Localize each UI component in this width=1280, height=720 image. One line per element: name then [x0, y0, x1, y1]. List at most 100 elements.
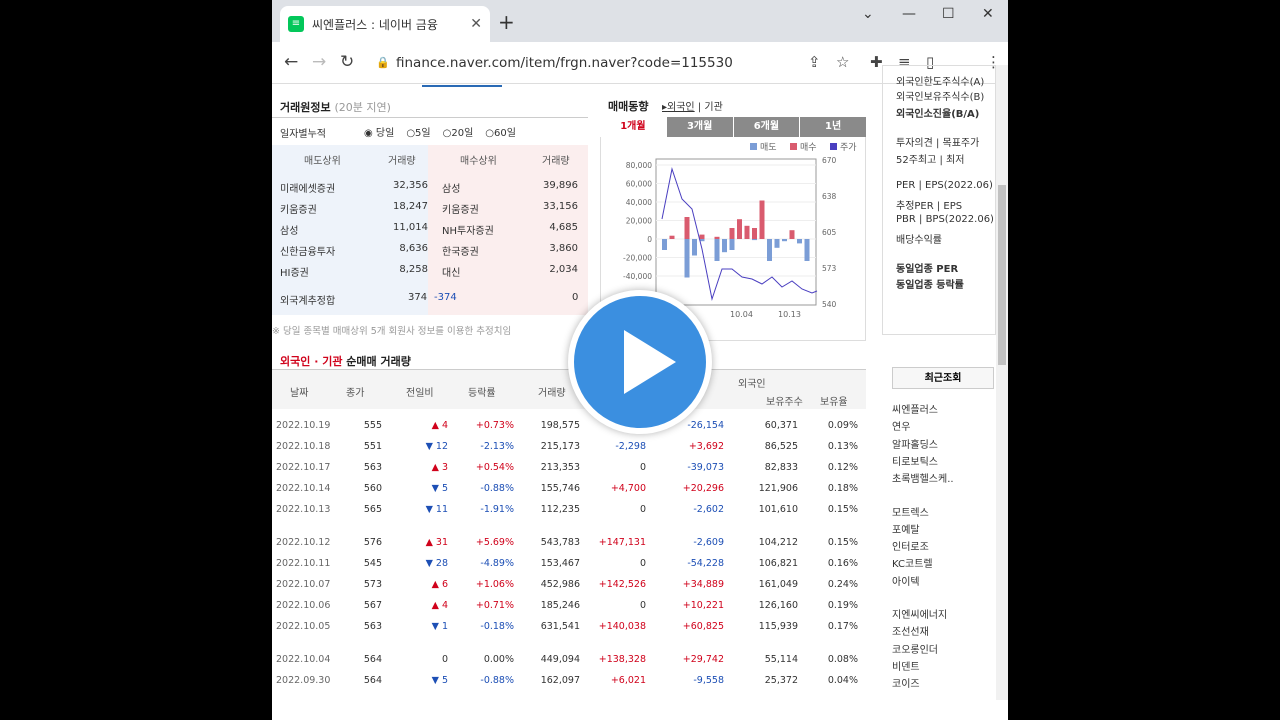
- naver-favicon-icon: ≡: [288, 16, 304, 32]
- row-foreign: +60,825: [682, 621, 724, 632]
- recent-item[interactable]: 티로보틱스: [892, 453, 938, 468]
- url-field[interactable]: 🔒 finance.naver.com/item/frgn.naver?code=…: [370, 48, 840, 78]
- trend-options: ▸외국인 | 기관: [662, 102, 723, 113]
- row-date: 2022.10.11: [276, 558, 331, 569]
- row-holdings: 55,114: [764, 654, 798, 665]
- buy-bar: [684, 217, 690, 239]
- trade-title: 거래원정보: [280, 101, 331, 114]
- row-change: ▲ 3: [431, 462, 448, 473]
- row-change: ▲ 6: [431, 579, 448, 590]
- side-info-item: 외국인한도주식수(A): [896, 77, 985, 88]
- chart-tab[interactable]: 6개월: [732, 117, 800, 137]
- radio-60d-label: 60일: [494, 128, 516, 139]
- sell-broker: 키움증권: [280, 205, 317, 216]
- row-institution: +4,700: [610, 483, 646, 494]
- row-volume: 631,541: [540, 621, 580, 632]
- row-ratio: 0.16%: [827, 558, 858, 569]
- share-icon[interactable]: ⇪: [808, 53, 821, 71]
- legend-label: 매수: [800, 142, 817, 153]
- radio-today[interactable]: ◉ 당일: [364, 124, 394, 139]
- side-info-item: 동일업종 PER: [896, 264, 959, 275]
- tab-search-icon[interactable]: ⌄: [862, 6, 874, 22]
- sell-volume: 18,247: [393, 201, 428, 212]
- row-rate: +0.54%: [475, 462, 514, 473]
- recent-item[interactable]: 포예탈: [892, 521, 920, 536]
- scrollbar[interactable]: [996, 65, 1008, 700]
- recent-item[interactable]: 조선선재: [892, 623, 929, 638]
- sell-volume: 11,014: [393, 222, 428, 233]
- side-info-item: 외국인소진율(B/A): [896, 109, 980, 120]
- scrollbar-thumb[interactable]: [998, 185, 1006, 365]
- video-play-button[interactable]: [568, 290, 712, 434]
- row-foreign: -2,602: [693, 504, 724, 515]
- extensions-icon[interactable]: ✚: [870, 53, 883, 71]
- row-volume: 112,235: [540, 504, 580, 515]
- maximize-icon[interactable]: ☐: [942, 6, 955, 22]
- recent-item[interactable]: KC코트렐: [892, 555, 933, 570]
- row-rate: 0.00%: [483, 654, 514, 665]
- opt-institution[interactable]: 기관: [704, 102, 722, 113]
- row-foreign: -39,073: [687, 462, 724, 473]
- row-change: ▼ 1: [431, 621, 448, 632]
- recent-item[interactable]: 코오롱인더: [892, 641, 938, 656]
- opt-foreign[interactable]: ▸외국인: [662, 102, 695, 113]
- recent-item[interactable]: 아이텍: [892, 573, 920, 588]
- row-holdings: 126,160: [758, 600, 798, 611]
- trade-delay: (20분 지연): [334, 101, 391, 114]
- row-change: 0: [441, 654, 448, 665]
- back-icon[interactable]: ←: [284, 52, 298, 72]
- bookmark-star-icon[interactable]: ☆: [836, 53, 849, 71]
- y-tick-label: 40,000: [626, 198, 652, 207]
- table-header-cell: 보유주수: [766, 397, 803, 408]
- recent-item[interactable]: 인터로조: [892, 538, 929, 553]
- row-close: 551: [363, 441, 382, 452]
- row-institution: 0: [639, 558, 646, 569]
- close-window-icon[interactable]: ✕: [982, 6, 994, 22]
- minimize-icon[interactable]: —: [902, 6, 916, 22]
- radio-5d[interactable]: ○5일: [406, 124, 430, 139]
- sell-bar: [692, 239, 697, 256]
- chart-tab[interactable]: 3개월: [665, 117, 733, 137]
- sell-bar: [804, 239, 810, 261]
- opt-foreign-label: 외국인: [667, 102, 695, 113]
- row-holdings: 101,610: [758, 504, 798, 515]
- close-tab-icon[interactable]: ✕: [470, 16, 482, 32]
- chart-tab[interactable]: 1개월: [600, 117, 666, 137]
- row-foreign: -54,228: [687, 558, 724, 569]
- row-close: 567: [363, 600, 382, 611]
- y2-tick-label: 638: [822, 192, 837, 201]
- buy-vol-header: 거래량: [542, 156, 570, 167]
- browser-tab[interactable]: ≡ 씨엔플러스 : 네이버 금융 ✕: [280, 6, 490, 42]
- y-tick-label: -20,000: [623, 254, 652, 263]
- recent-item[interactable]: 비덴트: [892, 658, 920, 673]
- radio-20d[interactable]: ○20일: [443, 124, 474, 139]
- trade-note: ※ 당일 종목별 매매상위 5개 회원사 정보를 이용한 추정치임: [272, 326, 512, 337]
- radio-60d[interactable]: ○60일: [485, 124, 516, 139]
- buy-bar: [714, 236, 720, 239]
- recent-item[interactable]: 연우: [892, 418, 910, 433]
- recent-item[interactable]: 코이즈: [892, 675, 920, 690]
- recent-item[interactable]: 모트렉스: [892, 504, 929, 519]
- buy-bar: [669, 235, 675, 239]
- net-title-b: 순매매 거래량: [346, 355, 411, 368]
- row-close: 573: [363, 579, 382, 590]
- forward-icon[interactable]: →: [312, 52, 326, 72]
- sell-vol-header: 거래량: [388, 156, 416, 167]
- row-date: 2022.10.13: [276, 504, 331, 515]
- row-change: ▲ 31: [425, 537, 448, 548]
- row-ratio: 0.09%: [827, 420, 858, 431]
- recent-item[interactable]: 알파홀딩스: [892, 436, 938, 451]
- row-close: 545: [363, 558, 382, 569]
- recent-item[interactable]: 초록뱀헬스케..: [892, 470, 954, 485]
- trend-title: 매매동향: [608, 100, 649, 113]
- x-tick-label: 10.13: [778, 310, 801, 319]
- new-tab-icon[interactable]: +: [498, 10, 515, 34]
- recent-item[interactable]: 지엔씨에너지: [892, 606, 947, 621]
- reload-icon[interactable]: ↻: [340, 52, 354, 72]
- legend-label: 주가: [840, 142, 857, 153]
- recent-item[interactable]: 씨엔플러스: [892, 401, 938, 416]
- row-holdings: 60,371: [764, 420, 798, 431]
- foreign-sum-buy: 0: [572, 292, 579, 303]
- row-close: 565: [363, 504, 382, 515]
- chart-tab[interactable]: 1년: [799, 117, 866, 137]
